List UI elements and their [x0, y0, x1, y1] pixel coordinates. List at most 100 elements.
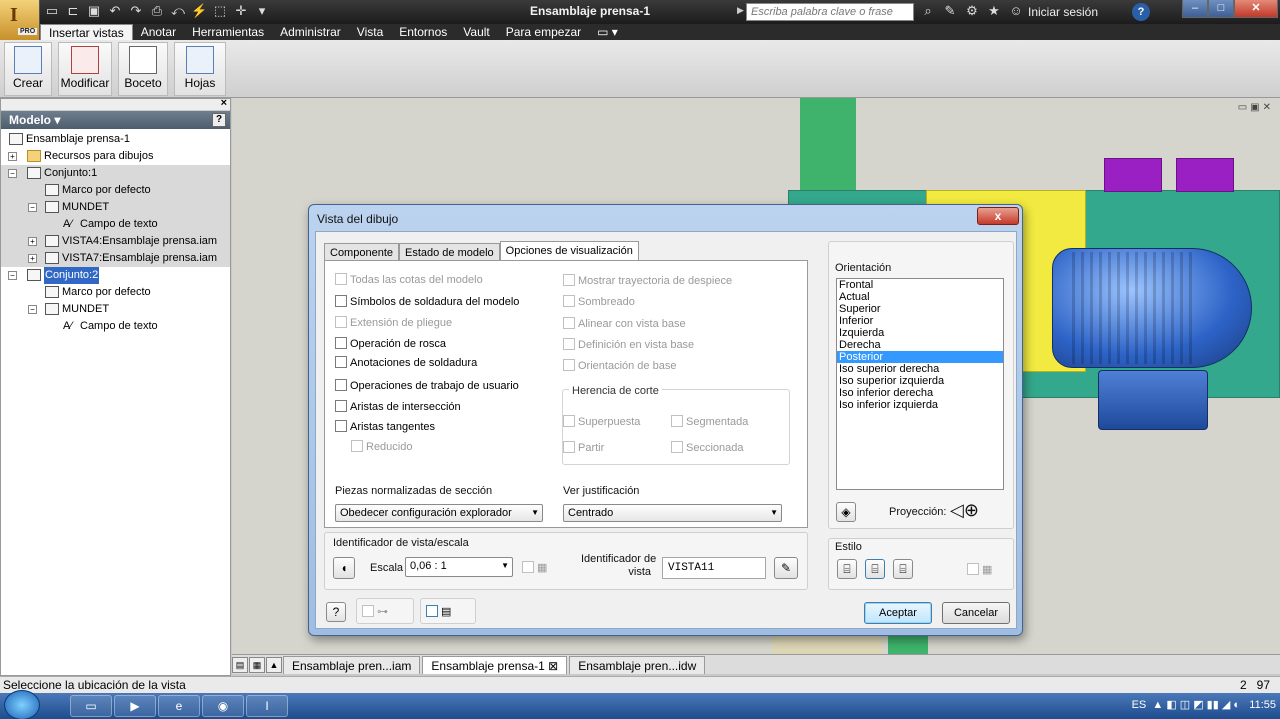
list-item[interactable]: Actual: [837, 291, 1003, 303]
orientation-list[interactable]: Frontal Actual Superior Inferior Izquier…: [836, 278, 1004, 490]
checkbox-edit-option[interactable]: ⊶: [362, 605, 388, 619]
expand-icon[interactable]: +: [28, 254, 37, 263]
collapse-icon[interactable]: −: [8, 271, 17, 280]
collapse-icon[interactable]: −: [28, 305, 37, 314]
list-item[interactable]: Iso inferior izquierda: [837, 399, 1003, 411]
collapse-icon[interactable]: −: [8, 169, 17, 178]
ribbon-options-icon[interactable]: ▭ ▾: [589, 24, 626, 40]
redo-icon[interactable]: ↷: [128, 3, 144, 19]
justificacion-select[interactable]: Centrado ▼: [563, 504, 782, 522]
tree-item[interactable]: A⁄ Campo de texto: [1, 318, 230, 335]
dialog-close-button[interactable]: x: [977, 207, 1019, 225]
collapse-icon[interactable]: −: [28, 203, 37, 212]
toggle-label-visibility-button[interactable]: ◖: [333, 557, 355, 579]
close-tab-icon[interactable]: ⊠: [548, 659, 558, 673]
edit-label-button[interactable]: ✎: [774, 557, 798, 579]
custom-view-button[interactable]: ◈: [836, 502, 856, 522]
list-item-selected[interactable]: Posterior: [837, 351, 1003, 363]
checkbox-alinear-vista-base[interactable]: Alinear con vista base: [563, 317, 686, 331]
minimize-button[interactable]: –: [1182, 0, 1208, 18]
print-icon[interactable]: ⎙: [149, 3, 165, 19]
tab-administrar[interactable]: Administrar: [272, 24, 349, 40]
checkbox-aristas-interseccion[interactable]: Aristas de intersección: [335, 400, 461, 414]
explorer-taskbar-icon[interactable]: ▭: [70, 695, 112, 717]
cancelar-button[interactable]: Cancelar: [942, 602, 1010, 624]
tree-item[interactable]: + Recursos para dibujos: [1, 148, 230, 165]
expand-icon[interactable]: +: [28, 237, 37, 246]
doc-tab[interactable]: Ensamblaje pren...idw: [569, 656, 706, 674]
save-icon[interactable]: ▣: [86, 3, 102, 19]
modificar-button[interactable]: Modificar: [58, 42, 112, 96]
tree-item[interactable]: Ensamblaje prensa-1: [1, 131, 230, 148]
projection-type-icon[interactable]: ◁⊕: [950, 500, 979, 521]
list-item[interactable]: Inferior: [837, 315, 1003, 327]
customize-icon[interactable]: ▾: [254, 3, 270, 19]
list-item[interactable]: Izquierda: [837, 327, 1003, 339]
list-item[interactable]: Frontal: [837, 279, 1003, 291]
checkbox-style-from-base[interactable]: ▦: [967, 563, 992, 577]
checkbox-segmentada[interactable]: Segmentada: [671, 415, 748, 429]
checkbox-operaciones-trabajo[interactable]: Operaciones de trabajo de usuario: [335, 379, 519, 393]
user-icon[interactable]: ☺: [1008, 3, 1024, 19]
exchange-icon[interactable]: ⚙: [964, 3, 980, 19]
inventor-taskbar-icon[interactable]: I: [246, 695, 288, 717]
piezas-select[interactable]: Obedecer configuración explorador ▼: [335, 504, 543, 522]
checkbox-definicion-vista-base[interactable]: Definición en vista base: [563, 338, 694, 352]
tab-menu-icon[interactable]: ▲: [266, 657, 282, 673]
expand-icon[interactable]: +: [8, 152, 17, 161]
tile-icon[interactable]: ▦: [249, 657, 265, 673]
checkbox-todas-las-cotas[interactable]: Todas las cotas del modelo: [335, 273, 483, 287]
tree-item[interactable]: − Conjunto:2: [1, 267, 230, 284]
ie-taskbar-icon[interactable]: e: [158, 695, 200, 717]
dialog-help-button[interactable]: ?: [326, 602, 346, 622]
list-item[interactable]: Iso inferior derecha: [837, 387, 1003, 399]
tree-item[interactable]: − MUNDET: [1, 199, 230, 216]
star-icon[interactable]: ★: [986, 3, 1002, 19]
select-icon[interactable]: ⬚: [212, 3, 228, 19]
tools-icon[interactable]: ✎: [942, 3, 958, 19]
checkbox-anotaciones-soldadura[interactable]: Anotaciones de soldadura: [335, 356, 477, 370]
checkbox-orientacion-base[interactable]: Orientación de base: [563, 359, 676, 373]
checkbox-aristas-tangentes[interactable]: Aristas tangentes: [335, 420, 435, 434]
return-icon[interactable]: ⤺: [170, 3, 186, 19]
hojas-button[interactable]: Hojas: [174, 42, 226, 96]
help-button[interactable]: ?: [1132, 3, 1150, 21]
checkbox-escala-visible[interactable]: ▦: [522, 561, 547, 575]
crear-button[interactable]: Crear: [4, 42, 52, 96]
tab-insertar-vistas[interactable]: Insertar vistas: [40, 24, 133, 40]
checkbox-simbolos-soldadura[interactable]: Símbolos de soldadura del modelo: [335, 295, 519, 309]
tree-item[interactable]: + VISTA7:Ensamblaje prensa.iam: [1, 250, 230, 267]
identificador-input[interactable]: VISTA11: [662, 557, 766, 579]
hidden-line-removed-button[interactable]: ⌸: [865, 559, 885, 579]
close-window-button[interactable]: ✕: [1234, 0, 1278, 18]
shaded-button[interactable]: ⌸: [893, 559, 913, 579]
tree-item[interactable]: + VISTA4:Ensamblaje prensa.iam: [1, 233, 230, 250]
start-button[interactable]: [4, 690, 40, 719]
close-browser-icon[interactable]: ×: [221, 97, 227, 109]
doc-tab[interactable]: Ensamblaje pren...iam: [283, 656, 421, 674]
tree-item[interactable]: Marco por defecto: [1, 182, 230, 199]
new-icon[interactable]: ▭: [44, 3, 60, 19]
binoculars-icon[interactable]: ⌕: [920, 3, 936, 19]
aceptar-button[interactable]: Aceptar: [864, 602, 932, 624]
escala-select[interactable]: 0,06 : 1 ▼: [405, 557, 513, 577]
doc-tab-active[interactable]: Ensamblaje prensa-1 ⊠: [422, 656, 568, 674]
browser-header[interactable]: Modelo ▾ ?: [1, 111, 230, 129]
checkbox-partir[interactable]: Partir: [563, 441, 604, 455]
checkbox-seccionada[interactable]: Seccionada: [671, 441, 744, 455]
checkbox-reducido[interactable]: Reducido: [351, 440, 412, 454]
list-item[interactable]: Derecha: [837, 339, 1003, 351]
update-icon[interactable]: ⚡: [191, 3, 207, 19]
language-indicator[interactable]: ES: [1132, 699, 1147, 711]
browser-help-icon[interactable]: ?: [212, 113, 226, 127]
firefox-taskbar-icon[interactable]: ◉: [202, 695, 244, 717]
tree-item[interactable]: Marco por defecto: [1, 284, 230, 301]
list-item[interactable]: Superior: [837, 303, 1003, 315]
checkbox-operacion-rosca[interactable]: Operación de rosca: [335, 337, 446, 351]
open-icon[interactable]: ⊏: [65, 3, 81, 19]
tab-opciones-de-visualizacion[interactable]: Opciones de visualización: [499, 241, 639, 262]
tab-vault[interactable]: Vault: [455, 24, 497, 40]
tree-item[interactable]: − MUNDET: [1, 301, 230, 318]
tree-item[interactable]: A⁄ Campo de texto: [1, 216, 230, 233]
application-menu-button[interactable]: I PRO: [0, 0, 40, 40]
